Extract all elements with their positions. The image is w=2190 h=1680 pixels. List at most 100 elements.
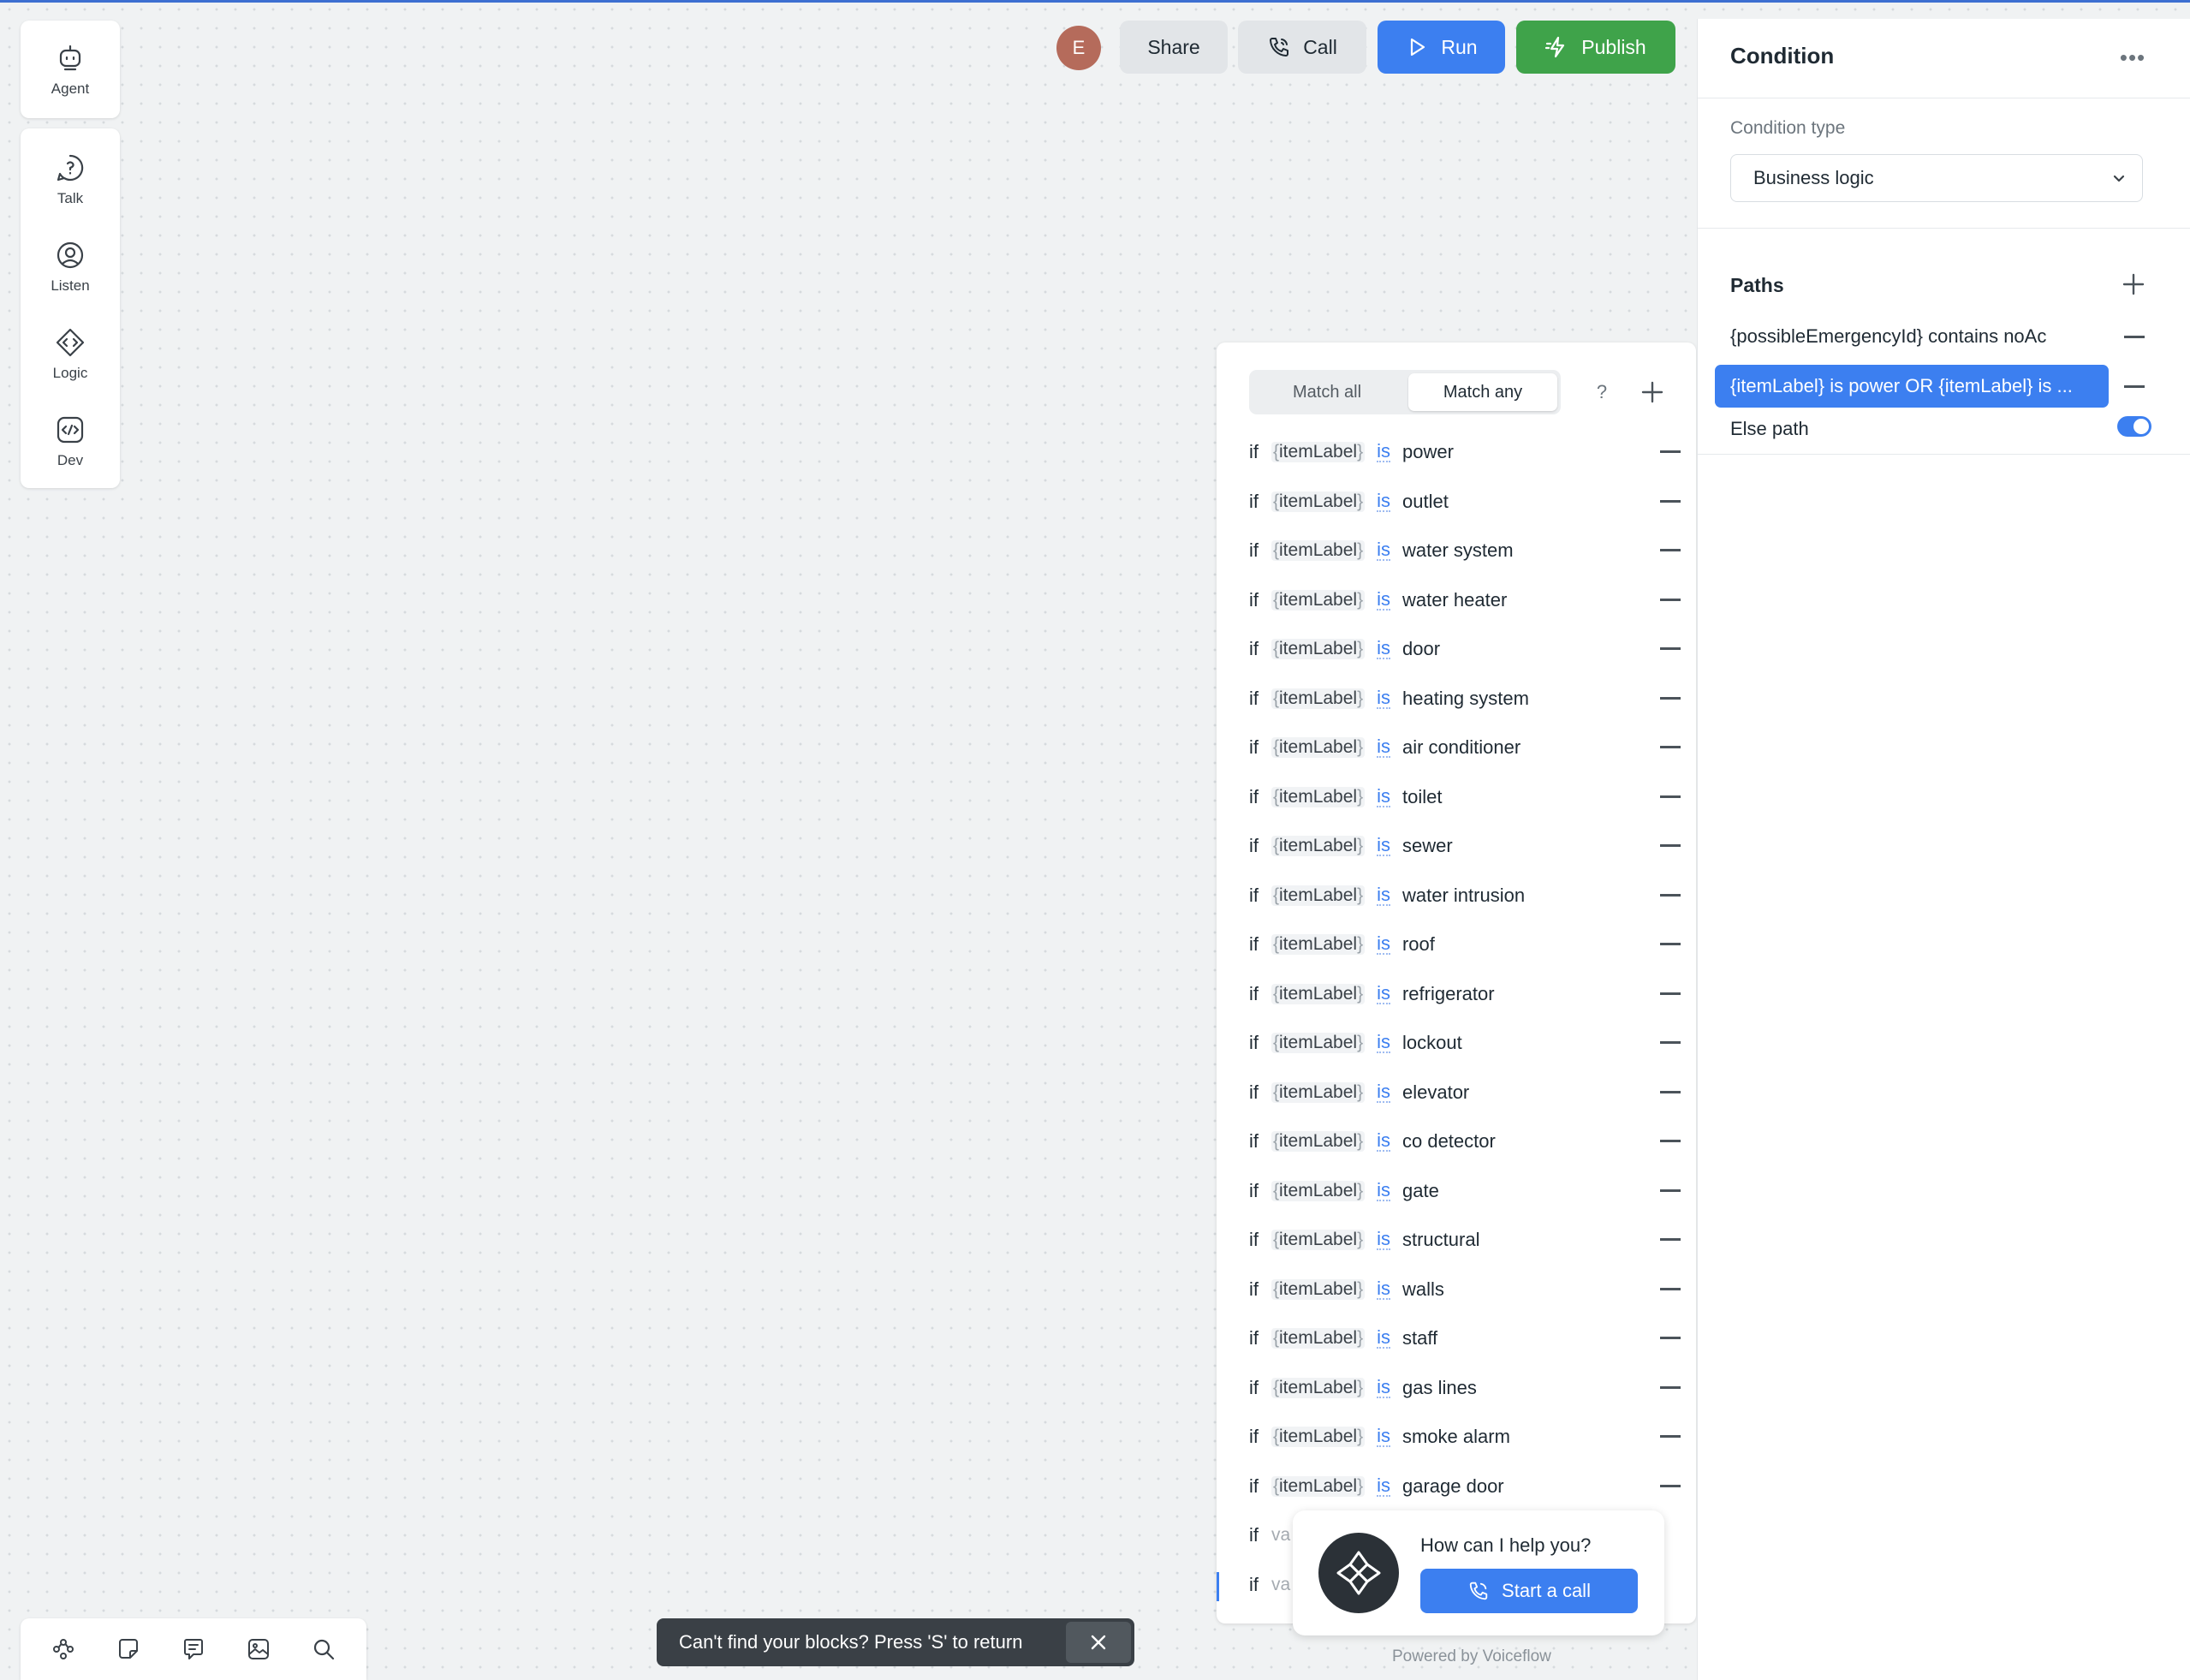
variable-chip[interactable]: {itemLabel} bbox=[1271, 1181, 1366, 1201]
else-path-toggle[interactable] bbox=[2117, 416, 2151, 437]
help-icon[interactable]: ? bbox=[1586, 377, 1617, 408]
variable-chip[interactable]: {itemLabel} bbox=[1271, 1328, 1366, 1349]
condition-value[interactable]: structural bbox=[1402, 1229, 1479, 1251]
condition-value[interactable]: gas lines bbox=[1402, 1377, 1477, 1399]
variable-chip[interactable]: {itemLabel} bbox=[1271, 737, 1366, 758]
variable-chip[interactable]: {itemLabel} bbox=[1271, 491, 1366, 512]
sticky-note-icon[interactable] bbox=[115, 1635, 142, 1663]
condition-value[interactable]: sewer bbox=[1402, 835, 1453, 857]
condition-value[interactable]: air conditioner bbox=[1402, 736, 1521, 759]
variable-chip[interactable]: {itemLabel} bbox=[1271, 1378, 1366, 1398]
operator[interactable]: is bbox=[1377, 934, 1390, 955]
operator[interactable]: is bbox=[1377, 984, 1390, 1004]
condition-row[interactable]: if {itemLabel} is water heater bbox=[1249, 583, 1681, 617]
operator[interactable]: is bbox=[1377, 1181, 1390, 1201]
variable-chip[interactable]: {itemLabel} bbox=[1271, 1131, 1366, 1152]
start-call-button[interactable]: Start a call bbox=[1420, 1569, 1638, 1613]
condition-row[interactable]: if {itemLabel} is gas lines bbox=[1249, 1371, 1681, 1405]
operator[interactable]: is bbox=[1377, 787, 1390, 807]
condition-value[interactable]: water intrusion bbox=[1402, 885, 1525, 907]
variable-chip[interactable]: {itemLabel} bbox=[1271, 1082, 1366, 1103]
operator[interactable]: is bbox=[1377, 639, 1390, 659]
remove-condition-icon[interactable] bbox=[1660, 1435, 1681, 1438]
operator[interactable]: is bbox=[1377, 885, 1390, 906]
condition-row[interactable]: if {itemLabel} is gate bbox=[1249, 1174, 1681, 1208]
operator[interactable]: is bbox=[1377, 442, 1390, 462]
condition-value[interactable]: lockout bbox=[1402, 1032, 1462, 1054]
path-item[interactable]: {possibleEmergencyId} contains noAc bbox=[1715, 315, 2109, 358]
operator[interactable]: is bbox=[1377, 737, 1390, 758]
remove-condition-icon[interactable] bbox=[1660, 647, 1681, 650]
remove-condition-icon[interactable] bbox=[1660, 1485, 1681, 1487]
condition-value[interactable]: refrigerator bbox=[1402, 983, 1495, 1005]
remove-condition-icon[interactable] bbox=[1660, 992, 1681, 995]
call-button[interactable]: Call bbox=[1238, 21, 1366, 74]
condition-value[interactable]: elevator bbox=[1402, 1081, 1469, 1104]
remove-condition-icon[interactable] bbox=[1660, 795, 1681, 798]
remove-condition-icon[interactable] bbox=[1660, 943, 1681, 945]
remove-condition-icon[interactable] bbox=[1660, 1288, 1681, 1290]
condition-row[interactable]: if {itemLabel} is elevator bbox=[1249, 1075, 1681, 1110]
condition-row[interactable]: if {itemLabel} is refrigerator bbox=[1249, 977, 1681, 1011]
operator[interactable]: is bbox=[1377, 1131, 1390, 1152]
variable-chip[interactable]: {itemLabel} bbox=[1271, 590, 1366, 611]
share-button[interactable]: Share bbox=[1120, 21, 1228, 74]
condition-row[interactable]: if {itemLabel} is roof bbox=[1249, 927, 1681, 962]
remove-condition-icon[interactable] bbox=[1660, 1386, 1681, 1389]
operator[interactable]: is bbox=[1377, 491, 1390, 512]
sidebar-item-agent[interactable]: Agent bbox=[21, 31, 120, 108]
condition-value[interactable]: heating system bbox=[1402, 688, 1529, 710]
remove-condition-icon[interactable] bbox=[1660, 697, 1681, 700]
variable-chip[interactable]: {itemLabel} bbox=[1271, 984, 1366, 1004]
operator[interactable]: is bbox=[1377, 1476, 1390, 1497]
remove-condition-icon[interactable] bbox=[1660, 549, 1681, 551]
remove-condition-icon[interactable] bbox=[1660, 1337, 1681, 1339]
condition-row[interactable]: if {itemLabel} is walls bbox=[1249, 1272, 1681, 1307]
condition-value[interactable]: gate bbox=[1402, 1180, 1439, 1202]
operator[interactable]: is bbox=[1377, 1378, 1390, 1398]
condition-value[interactable]: water heater bbox=[1402, 589, 1507, 611]
remove-condition-icon[interactable] bbox=[1660, 894, 1681, 897]
remove-condition-icon[interactable] bbox=[1660, 1041, 1681, 1044]
condition-value[interactable]: outlet bbox=[1402, 491, 1449, 513]
remove-condition-icon[interactable] bbox=[1660, 1189, 1681, 1192]
condition-row[interactable]: if {itemLabel} is water intrusion bbox=[1249, 879, 1681, 913]
condition-value[interactable]: smoke alarm bbox=[1402, 1426, 1510, 1448]
run-button[interactable]: Run bbox=[1378, 21, 1505, 74]
add-condition-icon[interactable] bbox=[1639, 378, 1666, 406]
condition-value[interactable]: staff bbox=[1402, 1327, 1437, 1349]
condition-row[interactable]: if {itemLabel} is sewer bbox=[1249, 829, 1681, 863]
variable-chip[interactable]: {itemLabel} bbox=[1271, 787, 1366, 807]
variable-chip[interactable]: {itemLabel} bbox=[1271, 1476, 1366, 1497]
toast-close-button[interactable] bbox=[1066, 1622, 1131, 1663]
condition-row[interactable]: if {itemLabel} is outlet bbox=[1249, 485, 1681, 519]
variable-chip[interactable]: {itemLabel} bbox=[1271, 442, 1366, 462]
condition-row[interactable]: if {itemLabel} is air conditioner bbox=[1249, 730, 1681, 765]
operator[interactable]: is bbox=[1377, 540, 1390, 561]
operator[interactable]: is bbox=[1377, 1230, 1390, 1250]
operator[interactable]: is bbox=[1377, 1033, 1390, 1053]
sidebar-item-listen[interactable]: Listen bbox=[21, 228, 120, 305]
remove-condition-icon[interactable] bbox=[1660, 500, 1681, 503]
condition-value[interactable]: roof bbox=[1402, 933, 1435, 956]
operator[interactable]: is bbox=[1377, 590, 1390, 611]
operator[interactable]: is bbox=[1377, 836, 1390, 856]
variable-chip[interactable]: {itemLabel} bbox=[1271, 639, 1366, 659]
match-any-option[interactable]: Match any bbox=[1408, 373, 1557, 411]
match-all-option[interactable]: Match all bbox=[1253, 373, 1401, 411]
remove-path-icon[interactable] bbox=[2124, 336, 2145, 338]
avatar[interactable]: E bbox=[1056, 26, 1101, 70]
condition-row[interactable]: if {itemLabel} is lockout bbox=[1249, 1026, 1681, 1060]
condition-row[interactable]: if {itemLabel} is staff bbox=[1249, 1321, 1681, 1355]
variable-chip[interactable]: {itemLabel} bbox=[1271, 1279, 1366, 1300]
sidebar-item-logic[interactable]: Logic bbox=[21, 315, 120, 392]
variable-chip[interactable]: {itemLabel} bbox=[1271, 1230, 1366, 1250]
condition-value[interactable]: door bbox=[1402, 638, 1440, 660]
condition-value[interactable]: garage door bbox=[1402, 1475, 1504, 1498]
variable-chip[interactable]: {itemLabel} bbox=[1271, 885, 1366, 906]
variable-chip[interactable]: {itemLabel} bbox=[1271, 540, 1366, 561]
remove-condition-icon[interactable] bbox=[1660, 450, 1681, 453]
remove-condition-icon[interactable] bbox=[1660, 1091, 1681, 1093]
sidebar-item-dev[interactable]: Dev bbox=[21, 402, 120, 480]
remove-condition-icon[interactable] bbox=[1660, 599, 1681, 601]
